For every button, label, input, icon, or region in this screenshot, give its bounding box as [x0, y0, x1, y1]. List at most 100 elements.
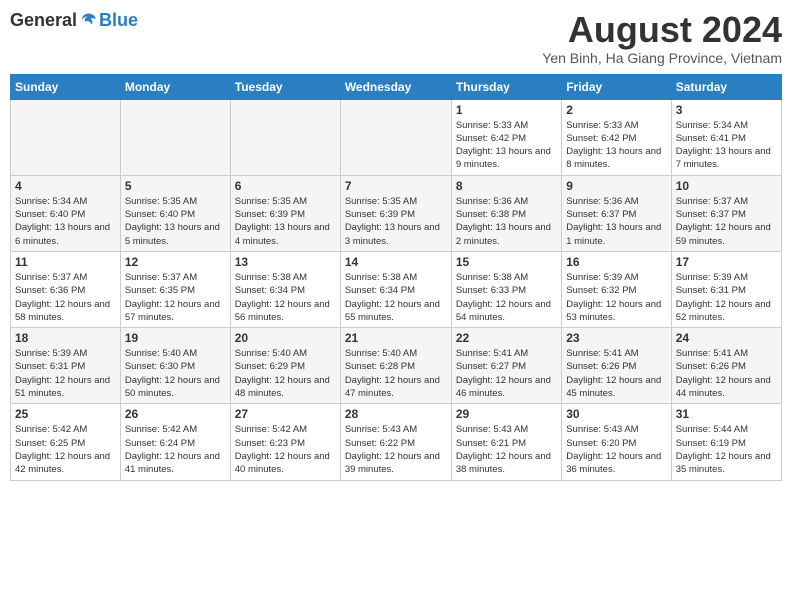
calendar-cell: 28Sunrise: 5:43 AM Sunset: 6:22 PM Dayli…: [340, 404, 451, 480]
calendar-cell: 7 Sunrise: 5:35 AM Sunset: 6:39 PM Daylig…: [340, 175, 451, 251]
page-header: General Blue August 2024 Yen Binh, Ha Gi…: [10, 10, 782, 66]
day-info: Sunrise: 5:38 AM Sunset: 6:34 PM Dayligh…: [235, 271, 336, 324]
day-number: 24: [676, 331, 777, 345]
calendar-cell: 11 Sunrise: 5:37 AM Sunset: 6:36 PM Dayli…: [11, 251, 121, 327]
calendar-cell: 16 Sunrise: 5:39 AM Sunset: 6:32 PM Dayli…: [562, 251, 671, 327]
day-info: Sunrise: 5:35 AM Sunset: 6:39 PM Dayligh…: [345, 195, 447, 248]
calendar-cell: 10 Sunrise: 5:37 AM Sunset: 6:37 PM Dayli…: [671, 175, 781, 251]
day-number: 21: [345, 331, 447, 345]
day-number: 28: [345, 407, 447, 421]
day-number: 30: [566, 407, 666, 421]
week-row-3: 11 Sunrise: 5:37 AM Sunset: 6:36 PM Dayli…: [11, 251, 782, 327]
day-number: 9: [566, 179, 666, 193]
day-number: 26: [125, 407, 226, 421]
header-row: SundayMondayTuesdayWednesdayThursdayFrid…: [11, 74, 782, 99]
day-number: 22: [456, 331, 557, 345]
col-header-tuesday: Tuesday: [230, 74, 340, 99]
day-info: Sunrise: 5:43 AM Sunset: 6:21 PM Dayligh…: [456, 423, 557, 476]
col-header-friday: Friday: [562, 74, 671, 99]
day-info: Sunrise: 5:33 AM Sunset: 6:42 PM Dayligh…: [566, 119, 666, 172]
month-title: August 2024: [542, 10, 782, 50]
day-number: 23: [566, 331, 666, 345]
calendar-cell: 6Sunrise: 5:35 AM Sunset: 6:39 PM Daylig…: [230, 175, 340, 251]
day-info: Sunrise: 5:41 AM Sunset: 6:27 PM Dayligh…: [456, 347, 557, 400]
calendar-cell: 13Sunrise: 5:38 AM Sunset: 6:34 PM Dayli…: [230, 251, 340, 327]
week-row-4: 18Sunrise: 5:39 AM Sunset: 6:31 PM Dayli…: [11, 328, 782, 404]
logo-general: General: [10, 10, 77, 31]
col-header-monday: Monday: [120, 74, 230, 99]
day-info: Sunrise: 5:42 AM Sunset: 6:23 PM Dayligh…: [235, 423, 336, 476]
calendar-cell: 29 Sunrise: 5:43 AM Sunset: 6:21 PM Dayli…: [451, 404, 561, 480]
day-info: Sunrise: 5:36 AM Sunset: 6:37 PM Dayligh…: [566, 195, 666, 248]
day-info: Sunrise: 5:33 AM Sunset: 6:42 PM Dayligh…: [456, 119, 557, 172]
day-number: 7: [345, 179, 447, 193]
week-row-5: 25 Sunrise: 5:42 AM Sunset: 6:25 PM Dayli…: [11, 404, 782, 480]
calendar-cell: 24 Sunrise: 5:41 AM Sunset: 6:26 PM Dayli…: [671, 328, 781, 404]
calendar-cell: 12Sunrise: 5:37 AM Sunset: 6:35 PM Dayli…: [120, 251, 230, 327]
calendar-cell: 17 Sunrise: 5:39 AM Sunset: 6:31 PM Dayli…: [671, 251, 781, 327]
day-number: 4: [15, 179, 116, 193]
calendar-cell: 27 Sunrise: 5:42 AM Sunset: 6:23 PM Dayli…: [230, 404, 340, 480]
calendar-cell: [120, 99, 230, 175]
day-info: Sunrise: 5:42 AM Sunset: 6:24 PM Dayligh…: [125, 423, 226, 476]
day-number: 10: [676, 179, 777, 193]
day-number: 20: [235, 331, 336, 345]
day-info: Sunrise: 5:41 AM Sunset: 6:26 PM Dayligh…: [676, 347, 777, 400]
calendar-cell: 23Sunrise: 5:41 AM Sunset: 6:26 PM Dayli…: [562, 328, 671, 404]
calendar-cell: 14 Sunrise: 5:38 AM Sunset: 6:34 PM Dayli…: [340, 251, 451, 327]
day-info: Sunrise: 5:34 AM Sunset: 6:41 PM Dayligh…: [676, 119, 777, 172]
col-header-saturday: Saturday: [671, 74, 781, 99]
day-number: 31: [676, 407, 777, 421]
day-info: Sunrise: 5:40 AM Sunset: 6:28 PM Dayligh…: [345, 347, 447, 400]
calendar-cell: 3 Sunrise: 5:34 AM Sunset: 6:41 PM Daylig…: [671, 99, 781, 175]
calendar-cell: 22 Sunrise: 5:41 AM Sunset: 6:27 PM Dayli…: [451, 328, 561, 404]
day-number: 3: [676, 103, 777, 117]
day-number: 25: [15, 407, 116, 421]
day-number: 12: [125, 255, 226, 269]
calendar-cell: 31 Sunrise: 5:44 AM Sunset: 6:19 PM Dayli…: [671, 404, 781, 480]
day-info: Sunrise: 5:39 AM Sunset: 6:32 PM Dayligh…: [566, 271, 666, 324]
calendar-cell: 19Sunrise: 5:40 AM Sunset: 6:30 PM Dayli…: [120, 328, 230, 404]
day-info: Sunrise: 5:44 AM Sunset: 6:19 PM Dayligh…: [676, 423, 777, 476]
week-row-1: 1 Sunrise: 5:33 AM Sunset: 6:42 PM Daylig…: [11, 99, 782, 175]
day-number: 15: [456, 255, 557, 269]
calendar-cell: [11, 99, 121, 175]
day-number: 6: [235, 179, 336, 193]
logo-bird-icon: [79, 11, 99, 31]
day-number: 29: [456, 407, 557, 421]
day-info: Sunrise: 5:42 AM Sunset: 6:25 PM Dayligh…: [15, 423, 116, 476]
calendar-cell: 18Sunrise: 5:39 AM Sunset: 6:31 PM Dayli…: [11, 328, 121, 404]
col-header-wednesday: Wednesday: [340, 74, 451, 99]
day-number: 2: [566, 103, 666, 117]
calendar-cell: 4 Sunrise: 5:34 AM Sunset: 6:40 PM Daylig…: [11, 175, 121, 251]
day-number: 5: [125, 179, 226, 193]
day-info: Sunrise: 5:34 AM Sunset: 6:40 PM Dayligh…: [15, 195, 116, 248]
day-info: Sunrise: 5:38 AM Sunset: 6:34 PM Dayligh…: [345, 271, 447, 324]
calendar-cell: 5Sunrise: 5:35 AM Sunset: 6:40 PM Daylig…: [120, 175, 230, 251]
calendar-cell: 8 Sunrise: 5:36 AM Sunset: 6:38 PM Daylig…: [451, 175, 561, 251]
day-info: Sunrise: 5:40 AM Sunset: 6:29 PM Dayligh…: [235, 347, 336, 400]
week-row-2: 4 Sunrise: 5:34 AM Sunset: 6:40 PM Daylig…: [11, 175, 782, 251]
day-info: Sunrise: 5:39 AM Sunset: 6:31 PM Dayligh…: [15, 347, 116, 400]
day-number: 14: [345, 255, 447, 269]
day-number: 19: [125, 331, 226, 345]
day-number: 1: [456, 103, 557, 117]
calendar-cell: 15 Sunrise: 5:38 AM Sunset: 6:33 PM Dayli…: [451, 251, 561, 327]
col-header-thursday: Thursday: [451, 74, 561, 99]
day-number: 16: [566, 255, 666, 269]
day-info: Sunrise: 5:38 AM Sunset: 6:33 PM Dayligh…: [456, 271, 557, 324]
day-info: Sunrise: 5:37 AM Sunset: 6:36 PM Dayligh…: [15, 271, 116, 324]
day-number: 8: [456, 179, 557, 193]
day-info: Sunrise: 5:37 AM Sunset: 6:37 PM Dayligh…: [676, 195, 777, 248]
day-number: 11: [15, 255, 116, 269]
calendar-cell: 25 Sunrise: 5:42 AM Sunset: 6:25 PM Dayli…: [11, 404, 121, 480]
day-info: Sunrise: 5:39 AM Sunset: 6:31 PM Dayligh…: [676, 271, 777, 324]
calendar-table: SundayMondayTuesdayWednesdayThursdayFrid…: [10, 74, 782, 481]
logo: General Blue: [10, 10, 138, 31]
day-number: 17: [676, 255, 777, 269]
calendar-cell: [340, 99, 451, 175]
day-info: Sunrise: 5:36 AM Sunset: 6:38 PM Dayligh…: [456, 195, 557, 248]
day-number: 27: [235, 407, 336, 421]
title-section: August 2024 Yen Binh, Ha Giang Province,…: [542, 10, 782, 66]
logo-blue: Blue: [99, 10, 138, 31]
